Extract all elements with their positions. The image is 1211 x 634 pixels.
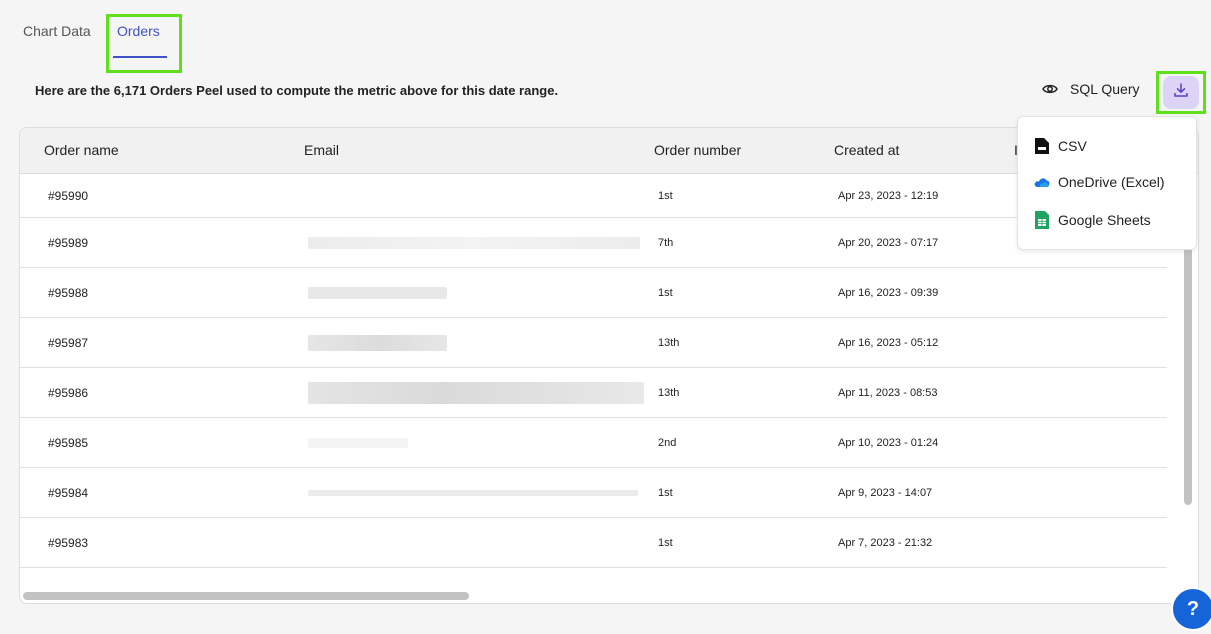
table-body: #95990 1st Apr 23, 2023 - 12:19 #95989 7… [20,174,1167,568]
order-name-cell: #95983 [48,535,89,550]
export-google-sheets-label: Google Sheets [1058,212,1151,228]
created-at-cell: Apr 23, 2023 - 12:19 [838,189,939,202]
order-name-cell: #95985 [48,435,89,450]
order-number-cell: 1st [658,189,673,202]
column-header-email[interactable]: Email [304,142,339,158]
created-at-cell: Apr 16, 2023 - 05:12 [838,336,939,349]
export-onedrive-option[interactable]: OneDrive (Excel) [1034,174,1165,190]
table-row[interactable]: #95983 1st Apr 7, 2023 - 21:32 [20,518,1167,568]
table-row[interactable]: #95990 1st Apr 23, 2023 - 12:19 [20,174,1167,218]
export-google-sheets-option[interactable]: Google Sheets [1034,210,1151,230]
horizontal-scrollbar[interactable] [23,592,469,600]
google-sheets-icon [1034,210,1050,230]
redacted-email [308,286,447,299]
csv-file-icon [1034,137,1050,155]
eye-icon [1042,83,1058,95]
order-number-cell: 2nd [658,436,677,449]
column-header-order-name[interactable]: Order name [44,142,119,158]
order-name-cell: #95990 [48,188,89,203]
created-at-cell: Apr 11, 2023 - 08:53 [838,386,938,399]
table-row[interactable]: #95987 13th Apr 16, 2023 - 05:12 [20,318,1167,368]
tab-orders[interactable]: Orders [117,23,160,39]
table-row[interactable]: #95986 13th Apr 11, 2023 - 08:53 [20,368,1167,418]
redacted-email [308,437,408,448]
order-number-cell: 7th [658,236,674,249]
created-at-cell: Apr 7, 2023 - 21:32 [838,536,933,549]
tab-bar: Chart Data Orders [0,0,400,73]
vertical-scrollbar[interactable] [1184,243,1192,505]
orders-summary-text: Here are the 6,171 Orders Peel used to c… [35,83,559,98]
download-button[interactable] [1163,76,1199,109]
table-row[interactable]: #95985 2nd Apr 10, 2023 - 01:24 [20,418,1167,468]
export-onedrive-label: OneDrive (Excel) [1058,174,1165,190]
redacted-email [308,334,447,351]
export-menu: CSV OneDrive (Excel) Google Sheets [1017,116,1197,250]
help-button[interactable]: ? [1171,587,1211,631]
download-icon [1173,82,1189,103]
redacted-email [308,236,640,249]
table-row[interactable]: #95988 1st Apr 16, 2023 - 09:39 [20,268,1167,318]
column-header-order-number[interactable]: Order number [654,142,741,158]
table-row[interactable]: #95984 1st Apr 9, 2023 - 14:07 [20,468,1167,518]
order-number-cell: 1st [658,286,673,299]
tab-chart-data[interactable]: Chart Data [23,23,91,39]
order-name-cell: #95984 [48,485,89,500]
order-name-cell: #95986 [48,385,89,400]
table-row[interactable]: #95989 7th Apr 20, 2023 - 07:17 [20,218,1167,268]
order-number-cell: 13th [658,336,680,349]
created-at-cell: Apr 10, 2023 - 01:24 [838,436,939,449]
created-at-cell: Apr 9, 2023 - 14:07 [838,486,933,499]
export-csv-option[interactable]: CSV [1034,137,1087,155]
sql-query-button[interactable]: SQL Query [1042,81,1140,97]
created-at-cell: Apr 16, 2023 - 09:39 [838,286,939,299]
order-name-cell: #95987 [48,335,89,350]
order-number-cell: 1st [658,486,673,499]
sql-query-label: SQL Query [1070,81,1140,97]
active-tab-indicator [113,56,167,58]
order-name-cell: #95988 [48,285,89,300]
column-header-created-at[interactable]: Created at [834,142,899,158]
redacted-email [308,381,644,404]
created-at-cell: Apr 20, 2023 - 07:17 [838,236,939,249]
export-csv-label: CSV [1058,138,1087,154]
help-icon: ? [1186,597,1200,620]
order-number-cell: 13th [658,386,680,399]
redacted-email [308,489,638,496]
highlight-box-download [1156,71,1206,114]
onedrive-cloud-icon [1034,176,1050,188]
order-name-cell: #95989 [48,235,89,250]
order-number-cell: 1st [658,536,673,549]
